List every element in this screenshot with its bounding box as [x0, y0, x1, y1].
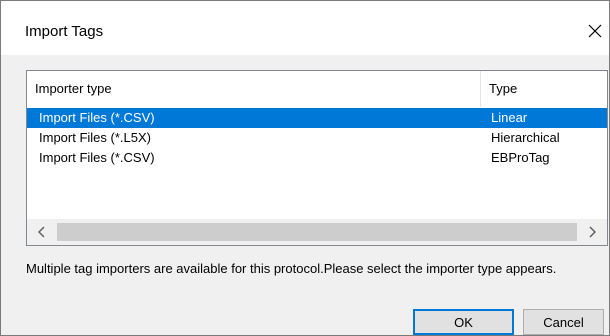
list-rows: Import Files (*.CSV) Linear Import Files…	[27, 108, 607, 168]
cancel-button[interactable]: Cancel	[523, 309, 604, 335]
column-header-type[interactable]: Type	[481, 71, 607, 107]
scroll-thumb[interactable]	[57, 223, 577, 241]
title-bar: Import Tags	[1, 1, 609, 55]
type-cell: Hierarchical	[491, 130, 560, 145]
ok-button[interactable]: OK	[413, 309, 514, 335]
list-header: Importer type Type	[27, 71, 607, 107]
type-cell: Linear	[491, 110, 528, 125]
horizontal-scrollbar[interactable]	[27, 219, 607, 245]
list-row-ebprotag[interactable]: Import Files (*.CSV) EBProTag	[27, 148, 607, 168]
importer-cell: Import Files (*.CSV)	[39, 150, 155, 165]
scroll-right-button[interactable]	[577, 219, 607, 245]
list-row-linear[interactable]: Import Files (*.CSV) Linear	[27, 108, 607, 128]
importer-cell: Import Files (*.L5X)	[39, 130, 151, 145]
close-icon	[588, 24, 602, 38]
chevron-right-icon	[589, 226, 596, 238]
column-header-importer-type[interactable]: Importer type	[27, 71, 481, 107]
import-tags-dialog: Import Tags Importer type Type Import Fi…	[0, 0, 610, 336]
dialog-title: Import Tags	[25, 23, 104, 40]
chevron-left-icon	[38, 226, 45, 238]
importer-cell: Import Files (*.CSV)	[39, 110, 155, 125]
list-row-hierarchical[interactable]: Import Files (*.L5X) Hierarchical	[27, 128, 607, 148]
scroll-left-button[interactable]	[27, 219, 57, 245]
type-cell: EBProTag	[491, 150, 550, 165]
importer-list[interactable]: Importer type Type Import Files (*.CSV) …	[26, 70, 608, 246]
close-button[interactable]	[581, 15, 609, 47]
info-message: Multiple tag importers are available for…	[26, 261, 557, 276]
